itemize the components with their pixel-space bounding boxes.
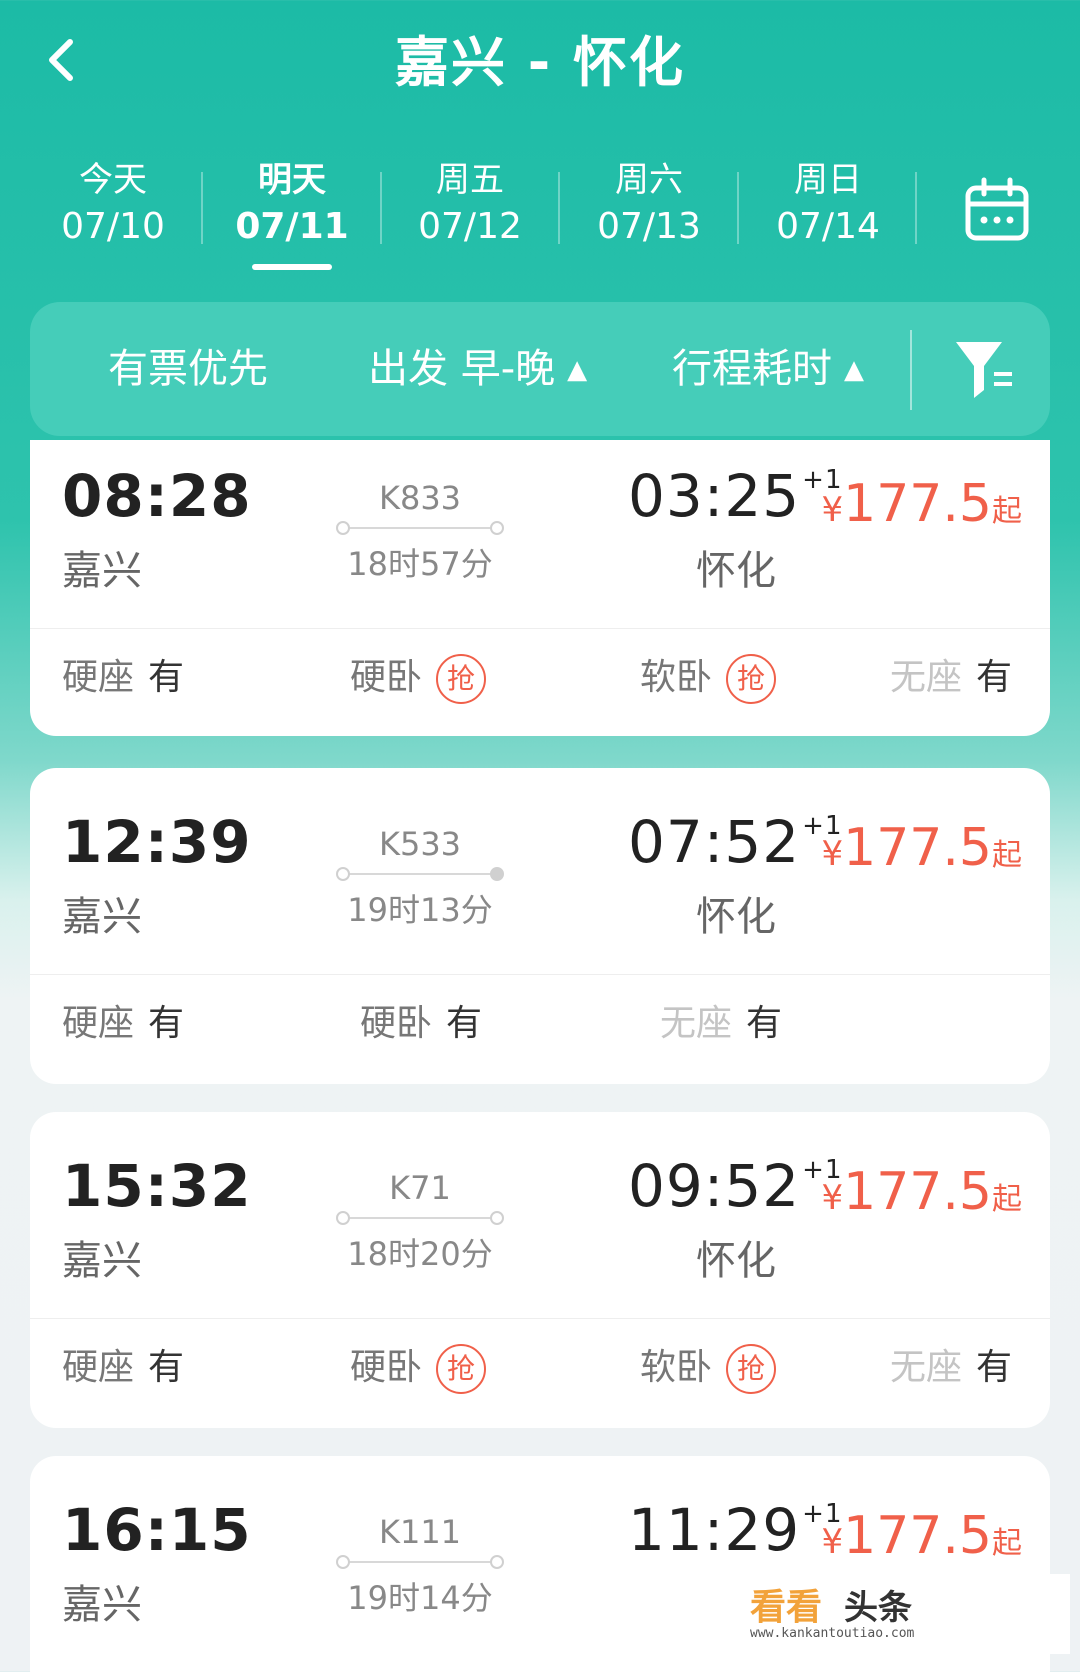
train-card[interactable]: 08:28 嘉兴 K833 18时57分 03:25+1 怀化 ¥177.5起 … [30, 440, 1050, 736]
sort-departure-label: 出发 早-晚 [368, 346, 556, 392]
arrival-time: 11:29+1 [628, 1496, 843, 1564]
filter-divider [910, 330, 912, 410]
travel-duration: 19时13分 [347, 891, 493, 929]
seat-soft-sleeper[interactable]: 软卧抢 [640, 650, 777, 706]
active-tab-indicator [252, 264, 332, 270]
price: ¥177.5起 [821, 474, 1022, 534]
seat-hard-sleeper[interactable]: 硬卧抢 [350, 1340, 487, 1396]
departure-station: 嘉兴 [62, 1238, 142, 1284]
departure-time: 08:28 [62, 462, 252, 530]
date-tab-1[interactable]: 明天 07/11 [212, 150, 372, 278]
watermark-url: www.kankantoutiao.com [750, 1626, 915, 1641]
tab-divider [558, 172, 560, 244]
card-divider [30, 974, 1050, 975]
arrival-station: 怀化 [696, 894, 776, 940]
train-number: K533 [378, 825, 462, 863]
filter-funnel-icon [956, 342, 1012, 398]
tab-divider [915, 172, 917, 244]
seat-hard-seat: 硬座有 [62, 657, 185, 698]
price: ¥177.5起 [821, 1506, 1022, 1566]
train-number: K111 [378, 1513, 462, 1551]
seat-no-seat: 无座有 [660, 1003, 783, 1044]
date-tab-weekday: 周六 [615, 160, 683, 200]
seat-soft-sleeper[interactable]: 软卧抢 [640, 1340, 777, 1396]
grab-ticket-badge: 抢 [726, 1344, 777, 1394]
sort-ticket-first[interactable]: 有票优先 [108, 302, 268, 436]
calendar-button[interactable] [962, 174, 1034, 246]
grab-ticket-badge: 抢 [436, 1344, 487, 1394]
train-card[interactable]: 15:32 嘉兴 K71 18时20分 09:52+1 怀化 ¥177.5起 硬… [30, 1112, 1050, 1428]
arrival-time: 07:52+1 [628, 808, 843, 876]
travel-duration: 19时14分 [347, 1579, 493, 1617]
sort-departure[interactable]: 出发 早-晚 ▲ [368, 302, 587, 436]
tab-divider [201, 172, 203, 244]
date-tab-2[interactable]: 周五 07/12 [390, 150, 550, 278]
price: ¥177.5起 [821, 1162, 1022, 1222]
route-line [336, 518, 504, 538]
sort-arrow-icon: ▲ [567, 355, 588, 385]
page-title: 嘉兴 - 怀化 [394, 31, 685, 94]
seat-hard-sleeper: 硬卧有 [360, 1003, 483, 1044]
top-header: 嘉兴 - 怀化 [0, 0, 1080, 120]
sort-ticket-first-label: 有票优先 [108, 346, 268, 392]
date-tab-date: 07/12 [418, 206, 522, 247]
train-info: K71 18时20分 [330, 1168, 510, 1276]
price: ¥177.5起 [821, 818, 1022, 878]
route-line [336, 1208, 504, 1228]
tab-divider [737, 172, 739, 244]
date-tab-date: 07/11 [235, 206, 349, 247]
train-info: K111 19时14分 [330, 1512, 510, 1620]
departure-time: 12:39 [62, 808, 252, 876]
train-info: K833 18时57分 [330, 478, 510, 586]
watermark-brand-a: 看看 [750, 1587, 823, 1628]
filter-button[interactable] [950, 334, 1020, 404]
departure-station: 嘉兴 [62, 548, 142, 594]
date-tab-weekday: 今天 [79, 160, 147, 200]
seat-no-seat: 无座有 [890, 1347, 1013, 1388]
seat-no-seat: 无座有 [890, 657, 1013, 698]
calendar-icon [965, 177, 1029, 241]
sort-arrow-icon: ▲ [844, 355, 864, 385]
arrival-station: 怀化 [696, 548, 776, 594]
departure-station: 嘉兴 [62, 894, 142, 940]
travel-duration: 18时20分 [347, 1235, 493, 1273]
grab-ticket-badge: 抢 [726, 654, 777, 704]
train-number: K71 [389, 1169, 451, 1207]
date-tab-4[interactable]: 周日 07/14 [748, 150, 908, 278]
arrival-station: 怀化 [696, 1238, 776, 1284]
train-card[interactable]: 12:39 嘉兴 K533 19时13分 07:52+1 怀化 ¥177.5起 … [30, 768, 1050, 1084]
card-divider [30, 628, 1050, 629]
date-tab-date: 07/13 [597, 206, 701, 247]
seat-hard-sleeper[interactable]: 硬卧抢 [350, 650, 487, 706]
departure-station: 嘉兴 [62, 1582, 142, 1628]
date-tab-date: 07/14 [776, 206, 880, 247]
date-tab-weekday: 明天 [258, 160, 326, 200]
arrival-time: 09:52+1 [628, 1152, 843, 1220]
sort-filter-bar: 有票优先 出发 早-晚 ▲ 行程耗时 ▲ [30, 302, 1050, 436]
date-tab-date: 07/10 [61, 206, 165, 247]
sort-duration-label: 行程耗时 [672, 346, 832, 392]
departure-time: 16:15 [62, 1496, 252, 1564]
tab-divider [380, 172, 382, 244]
route-line [336, 864, 504, 884]
travel-duration: 18时57分 [347, 545, 493, 583]
sort-duration[interactable]: 行程耗时 ▲ [672, 302, 864, 436]
watermark: 看看 头条 www.kankantoutiao.com [740, 1574, 1070, 1654]
route-line [336, 1552, 504, 1572]
card-divider [30, 1318, 1050, 1319]
date-tabs: 今天 07/10 明天 07/11 周五 07/12 周六 07/13 周日 0… [0, 150, 1080, 280]
date-tab-weekday: 周日 [794, 160, 862, 200]
date-tab-0[interactable]: 今天 07/10 [33, 150, 193, 278]
date-tab-weekday: 周五 [436, 160, 504, 200]
train-number: K833 [378, 479, 462, 517]
seat-hard-seat: 硬座有 [62, 1003, 185, 1044]
departure-time: 15:32 [62, 1152, 252, 1220]
grab-ticket-badge: 抢 [436, 654, 487, 704]
arrival-time: 03:25+1 [628, 462, 843, 530]
train-info: K533 19时13分 [330, 824, 510, 932]
watermark-brand-b: 头条 [844, 1588, 912, 1628]
seat-hard-seat: 硬座有 [62, 1347, 185, 1388]
date-tab-3[interactable]: 周六 07/13 [569, 150, 729, 278]
